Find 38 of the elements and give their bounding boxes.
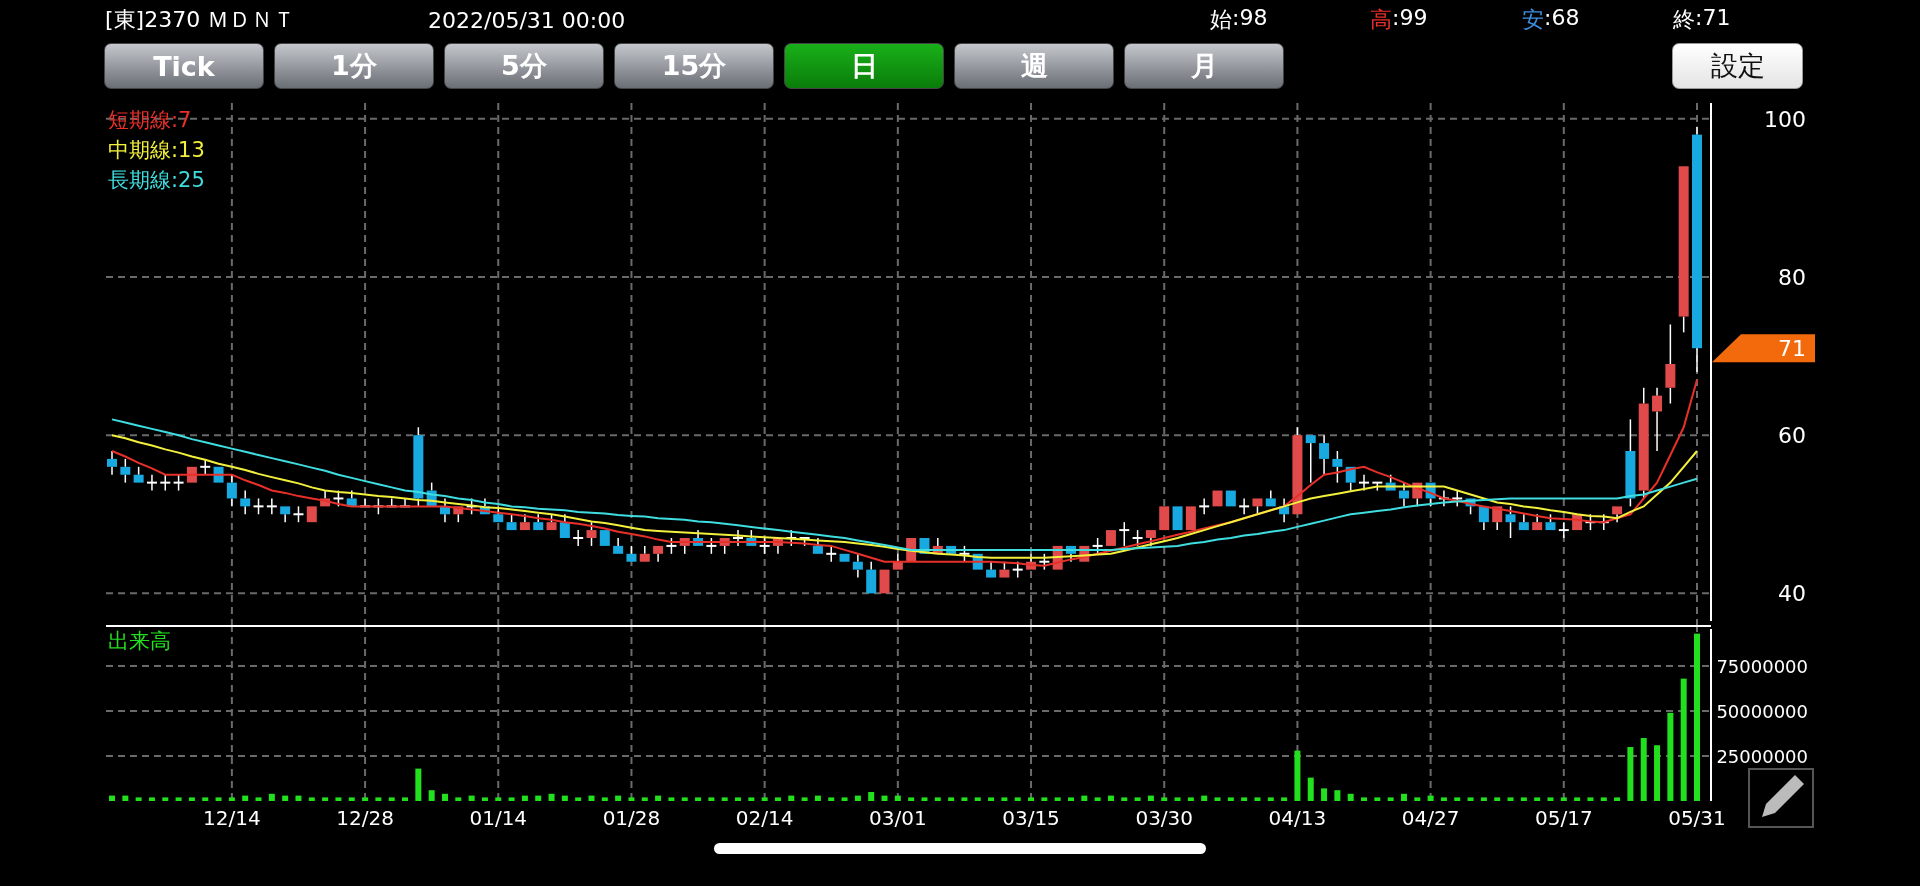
axis-label: 12/14 (203, 806, 261, 830)
legend-label: 長期線:25 (108, 167, 205, 194)
axis-label: 02/14 (735, 806, 794, 830)
axis-label: 03/30 (1135, 806, 1194, 830)
axis-label: 75000000 (1716, 656, 1808, 678)
price-quote: 高:99 (1370, 5, 1429, 34)
axis-label: 03/15 (1002, 806, 1060, 830)
axis-label: 03/01 (869, 806, 927, 830)
period-tab[interactable]: Tick (104, 43, 264, 89)
axis-label: 05/17 (1535, 806, 1593, 830)
price-quote: 安:68 (1522, 5, 1581, 34)
last-price-marker: 71 (1712, 334, 1815, 363)
period-tab[interactable]: 5分 (444, 43, 604, 89)
axis-label: 04/13 (1268, 806, 1327, 830)
axis-label: 05/31 (1668, 806, 1726, 830)
settings-button[interactable]: 設定 (1672, 43, 1803, 89)
period-tab[interactable]: 週 (954, 43, 1114, 89)
period-tab[interactable]: 月 (1124, 43, 1284, 89)
axis-label: 80 (1778, 265, 1806, 290)
price-quote: 終:71 (1673, 5, 1732, 34)
period-tab[interactable]: 15分 (614, 43, 774, 89)
axis-label: 01/28 (602, 806, 661, 830)
price-quote: 始:98 (1210, 5, 1269, 34)
legend-label: 中期線:13 (108, 137, 205, 164)
axis-label: 100 (1764, 106, 1806, 132)
axis-label: 60 (1778, 423, 1806, 449)
volume-title: 出来高 (108, 628, 171, 655)
axis-label: 04/27 (1401, 806, 1460, 830)
quote-datetime: 2022/05/31 00:00 (428, 7, 627, 33)
axis-label: 40 (1778, 581, 1806, 607)
stock-symbol: [東]2370 ＭＤＮＴ (105, 6, 297, 34)
axis-label: 01/14 (469, 806, 528, 830)
axis-label: 25000000 (1716, 746, 1808, 767)
axis-label: 12/28 (336, 806, 394, 830)
period-tab[interactable]: 日 (784, 43, 944, 89)
axis-label: 50000000 (1716, 701, 1808, 722)
period-tab[interactable]: 1分 (274, 43, 434, 89)
legend-label: 短期線:7 (108, 107, 193, 134)
